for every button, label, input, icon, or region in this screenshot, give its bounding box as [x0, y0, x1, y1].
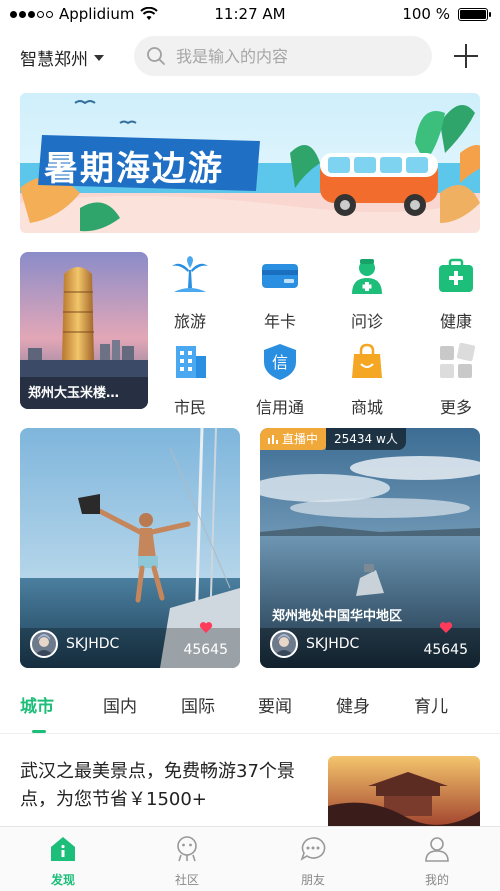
tab-international[interactable]: 国际 — [181, 692, 215, 717]
building-icon — [176, 346, 206, 378]
live-indicator: 直播中 25434 w人 — [260, 428, 406, 450]
viewer-count: 25434 w人 — [326, 428, 406, 450]
grid-item-label: 年卡 — [263, 312, 296, 331]
tab-domestic[interactable]: 国内 — [103, 692, 137, 717]
grid-item-credit[interactable]: 信 信用通 — [240, 342, 320, 417]
heart-icon — [199, 622, 212, 633]
search-input[interactable] — [176, 46, 406, 66]
grid-item-citizen[interactable]: 市民 — [150, 342, 230, 417]
tabs-overflow-fade — [472, 684, 500, 728]
content-card-live[interactable]: 直播中 25434 w人 郑州地处中国华中地区 SKJHDC 45645 — [260, 428, 480, 668]
nav-discover[interactable]: 发现 — [33, 835, 93, 888]
banner-title: 暑期海边游 — [44, 149, 224, 189]
tab-fitness[interactable]: 健身 — [336, 692, 370, 717]
add-icon[interactable] — [452, 42, 480, 70]
search-bar[interactable] — [134, 36, 432, 76]
live-bars-icon — [268, 435, 278, 444]
content-card-sailing[interactable]: SKJHDC 45645 — [20, 428, 240, 668]
nav-label: 朋友 — [300, 873, 325, 887]
nav-label: 发现 — [50, 873, 75, 887]
nav-community[interactable]: 社区 — [157, 835, 217, 888]
city-selector[interactable]: 智慧郑州 — [20, 45, 104, 70]
more-grid-icon — [440, 342, 476, 378]
nav-label: 我的 — [424, 873, 449, 887]
grid-item-label: 信用通 — [255, 398, 304, 417]
top-header: 智慧郑州 — [0, 34, 500, 80]
battery-percent: 100 % — [402, 5, 450, 23]
grid-item-consult[interactable]: 问诊 — [327, 256, 407, 331]
svg-text:信: 信 — [272, 353, 288, 372]
category-tabs: 城市 国内 国际 要闻 健身 育儿 — [0, 684, 500, 734]
status-bar: Applidium 11:27 AM 100 % — [0, 0, 500, 28]
promo-banner[interactable]: 暑期海边游 — [20, 93, 480, 233]
bottom-nav: 发现 社区 朋友 我的 — [0, 826, 500, 891]
grid-item-annual-card[interactable]: 年卡 — [240, 256, 320, 331]
live-label: 直播中 — [282, 432, 319, 446]
card-username: SKJHDC — [66, 636, 120, 652]
avatar[interactable] — [270, 630, 298, 658]
card-icon — [262, 264, 298, 288]
doctor-icon — [352, 259, 382, 294]
city-name: 智慧郑州 — [20, 50, 88, 70]
search-icon — [147, 47, 165, 65]
card-username: SKJHDC — [306, 636, 360, 652]
active-tab-indicator — [32, 730, 46, 733]
heart-icon — [439, 622, 452, 633]
tab-parenting[interactable]: 育儿 — [414, 692, 448, 717]
shopping-bag-icon — [352, 343, 382, 378]
user-icon — [425, 837, 449, 862]
like-count: 45645 — [423, 642, 468, 658]
credit-shield-icon: 信 — [264, 344, 296, 380]
card-caption: 郑州地处中国华中地区 — [272, 609, 403, 624]
nav-profile[interactable]: 我的 — [407, 835, 467, 888]
medical-kit-icon — [439, 258, 473, 292]
grid-item-label: 市民 — [173, 398, 206, 417]
like-button[interactable]: 45645 — [183, 621, 228, 658]
nav-friends[interactable]: 朋友 — [283, 835, 343, 888]
grid-item-more[interactable]: 更多 — [416, 342, 496, 417]
feature-card-label: 郑州大玉米楼… — [28, 386, 120, 401]
caret-down-icon — [94, 54, 104, 61]
grid-item-label: 健康 — [439, 312, 472, 331]
grid-item-label: 更多 — [439, 398, 472, 417]
tab-headlines[interactable]: 要闻 — [258, 692, 292, 717]
community-icon — [177, 836, 197, 862]
article-title: 武汉之最美景点，免费畅游37个景点，为您节省￥1500+ — [20, 761, 295, 810]
grid-item-health[interactable]: 健康 — [416, 256, 496, 331]
grid-item-label: 商城 — [350, 398, 383, 417]
like-button[interactable]: 45645 — [423, 621, 468, 658]
feature-card[interactable]: 郑州大玉米楼… — [20, 252, 148, 409]
palm-tree-icon — [172, 256, 208, 292]
like-count: 45645 — [183, 642, 228, 658]
battery-icon — [458, 7, 491, 21]
chat-bubble-icon — [300, 837, 326, 861]
home-icon — [51, 837, 75, 861]
article-list-item[interactable]: 武汉之最美景点，免费畅游37个景点，为您节省￥1500+ — [0, 744, 500, 832]
avatar[interactable] — [30, 630, 58, 658]
article-thumbnail — [328, 756, 480, 832]
grid-item-mall[interactable]: 商城 — [327, 342, 407, 417]
grid-item-travel[interactable]: 旅游 — [150, 256, 230, 331]
nav-label: 社区 — [174, 873, 199, 887]
grid-item-label: 旅游 — [173, 312, 206, 331]
grid-item-label: 问诊 — [350, 312, 383, 331]
tab-city[interactable]: 城市 — [20, 692, 54, 717]
